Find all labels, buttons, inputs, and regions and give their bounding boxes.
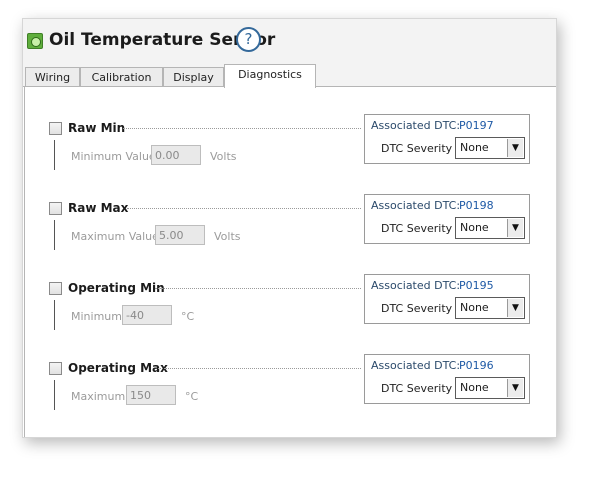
- leader-line: [123, 128, 361, 129]
- unit-label: Volts: [210, 150, 237, 163]
- severity-dropdown[interactable]: None ▼: [455, 297, 525, 319]
- severity-value: None: [460, 141, 489, 154]
- tab-display[interactable]: Display: [163, 67, 224, 87]
- severity-label: DTC Severity: [381, 222, 453, 235]
- dtc-box: Associated DTC: P0197 DTC Severity None …: [364, 114, 530, 164]
- tab-calibration[interactable]: Calibration: [80, 67, 163, 87]
- section-title: Raw Min: [68, 121, 126, 135]
- maximum-value-input[interactable]: [155, 225, 205, 245]
- section-bracket: [54, 300, 55, 330]
- chevron-down-icon: ▼: [507, 219, 523, 237]
- operating-max-checkbox[interactable]: [49, 362, 62, 375]
- tab-bar: Wiring Calibration Display Diagnostics: [23, 64, 556, 88]
- unit-label: °C: [185, 390, 199, 403]
- section-bracket: [54, 140, 55, 170]
- dtc-box: Associated DTC: P0196 DTC Severity None …: [364, 354, 530, 404]
- dtc-box: Associated DTC: P0195 DTC Severity None …: [364, 274, 530, 324]
- leader-line: [127, 208, 361, 209]
- title-bar: Oil Temperature Sensor ?: [23, 19, 556, 64]
- minimum-value-input[interactable]: [151, 145, 201, 165]
- field-label: Maximum: [71, 390, 126, 403]
- severity-label: DTC Severity: [381, 302, 453, 315]
- tab-diagnostics[interactable]: Diagnostics: [224, 64, 316, 88]
- unit-label: °C: [181, 310, 195, 323]
- operating-min-checkbox[interactable]: [49, 282, 62, 295]
- minimum-input[interactable]: [122, 305, 172, 325]
- leader-line: [158, 368, 361, 369]
- raw-max-section: Raw Max Maximum Value Volts Associated D…: [25, 194, 556, 260]
- dtc-label: Associated DTC:: [371, 199, 461, 212]
- field-label: Minimum Value: [71, 150, 156, 163]
- dtc-label: Associated DTC:: [371, 119, 461, 132]
- chevron-down-icon: ▼: [507, 379, 523, 397]
- chevron-down-icon: ▼: [507, 299, 523, 317]
- tab-wiring[interactable]: Wiring: [25, 67, 80, 87]
- help-button[interactable]: ?: [236, 27, 261, 52]
- severity-value: None: [460, 221, 489, 234]
- maximum-input[interactable]: [126, 385, 176, 405]
- raw-max-checkbox[interactable]: [49, 202, 62, 215]
- severity-dropdown[interactable]: None ▼: [455, 377, 525, 399]
- section-bracket: [54, 380, 55, 410]
- field-label: Minimum: [71, 310, 122, 323]
- severity-dropdown[interactable]: None ▼: [455, 137, 525, 159]
- section-title: Operating Max: [68, 361, 168, 375]
- dtc-code-link[interactable]: P0195: [459, 279, 494, 292]
- section-bracket: [54, 220, 55, 250]
- severity-value: None: [460, 301, 489, 314]
- raw-min-section: Raw Min Minimum Value Volts Associated D…: [25, 114, 556, 180]
- dtc-label: Associated DTC:: [371, 359, 461, 372]
- dtc-code-link[interactable]: P0196: [459, 359, 494, 372]
- dtc-code-link[interactable]: P0197: [459, 119, 494, 132]
- severity-dropdown[interactable]: None ▼: [455, 217, 525, 239]
- severity-value: None: [460, 381, 489, 394]
- operating-max-section: Operating Max Maximum °C Associated DTC:…: [25, 354, 556, 420]
- unit-label: Volts: [214, 230, 241, 243]
- section-title: Operating Min: [68, 281, 165, 295]
- severity-label: DTC Severity: [381, 142, 453, 155]
- field-label: Maximum Value: [71, 230, 159, 243]
- diagnostics-panel: Raw Min Minimum Value Volts Associated D…: [24, 87, 555, 437]
- severity-label: DTC Severity: [381, 382, 453, 395]
- leader-line: [155, 288, 361, 289]
- sensor-icon: [27, 33, 43, 49]
- dtc-box: Associated DTC: P0198 DTC Severity None …: [364, 194, 530, 244]
- dtc-code-link[interactable]: P0198: [459, 199, 494, 212]
- dtc-label: Associated DTC:: [371, 279, 461, 292]
- sensor-window: Oil Temperature Sensor ? Wiring Calibrat…: [22, 18, 557, 438]
- section-title: Raw Max: [68, 201, 129, 215]
- raw-min-checkbox[interactable]: [49, 122, 62, 135]
- operating-min-section: Operating Min Minimum °C Associated DTC:…: [25, 274, 556, 340]
- chevron-down-icon: ▼: [507, 139, 523, 157]
